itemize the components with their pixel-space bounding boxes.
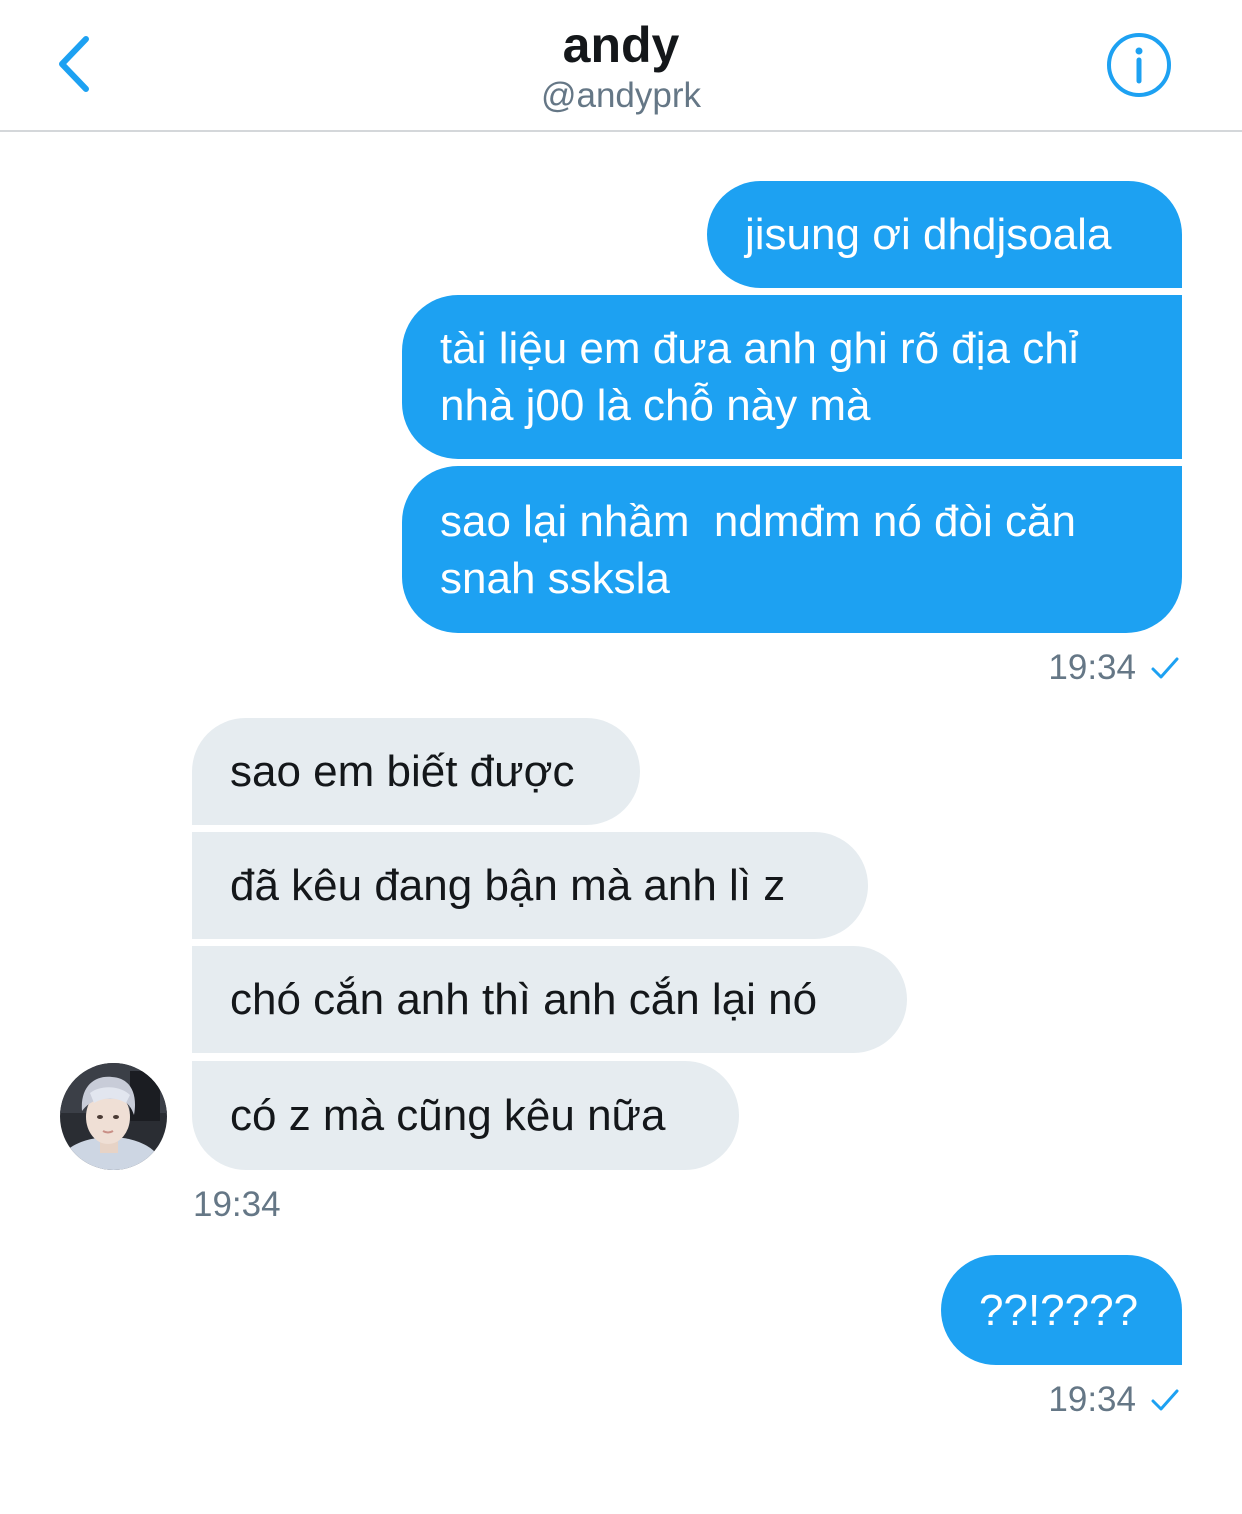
timestamp-text: 19:34 xyxy=(1048,1380,1136,1419)
message-bubble-outgoing[interactable]: tài liệu em đưa anh ghi rõ địa chỉ nhà j… xyxy=(402,295,1182,459)
checkmark-icon xyxy=(1151,657,1179,679)
message-text: chó cắn anh thì anh cắn lại nó xyxy=(230,975,818,1024)
message-bubble-incoming[interactable]: có z mà cũng kêu nữa xyxy=(192,1061,739,1170)
message-bubble-outgoing[interactable]: jisung ơi dhdjsoala xyxy=(707,181,1182,288)
message-bubble-incoming[interactable]: chó cắn anh thì anh cắn lại nó xyxy=(192,946,907,1053)
timestamp-text: 19:34 xyxy=(1048,648,1136,687)
message-bubble-incoming[interactable]: sao em biết được xyxy=(192,718,640,825)
checkmark-icon xyxy=(1151,1389,1179,1411)
message-timestamp: 19:34 xyxy=(1048,648,1180,688)
message-text: jisung ơi dhdjsoala xyxy=(745,210,1112,259)
avatar[interactable] xyxy=(60,1063,167,1170)
info-circle-icon xyxy=(1107,33,1171,97)
message-timestamp: 19:34 xyxy=(193,1185,281,1224)
conversation-handle: @andyprk xyxy=(540,76,702,115)
message-text: ??!???? xyxy=(979,1285,1139,1335)
message-text: nhà j00 là chỗ này mà xyxy=(440,381,871,430)
conversation-header: andy @andyprk xyxy=(0,0,1242,132)
conversation-title-block[interactable]: andy @andyprk xyxy=(0,14,1242,116)
message-text: sao em biết được xyxy=(230,747,575,796)
message-bubble-outgoing[interactable]: ??!???? xyxy=(941,1255,1182,1365)
message-text: tài liệu em đưa anh ghi rõ địa chỉ xyxy=(440,324,1079,373)
message-text: snah ssksla xyxy=(440,553,670,603)
message-text: có z mà cũng kêu nữa xyxy=(230,1091,666,1140)
message-bubble-incoming[interactable]: đã kêu đang bận mà anh lì z xyxy=(192,832,868,939)
info-button[interactable] xyxy=(1104,30,1174,100)
avatar-image xyxy=(60,1063,167,1170)
message-timestamp: 19:34 xyxy=(1048,1380,1180,1420)
message-text: đã kêu đang bận mà anh lì z xyxy=(230,861,786,910)
message-bubble-outgoing[interactable]: sao lại nhầm ndmđm nó đòi căn snah ssksl… xyxy=(402,466,1182,633)
conversation-title: andy xyxy=(562,17,680,73)
message-text: sao lại nhầm ndmđm nó đòi căn xyxy=(440,496,1076,546)
